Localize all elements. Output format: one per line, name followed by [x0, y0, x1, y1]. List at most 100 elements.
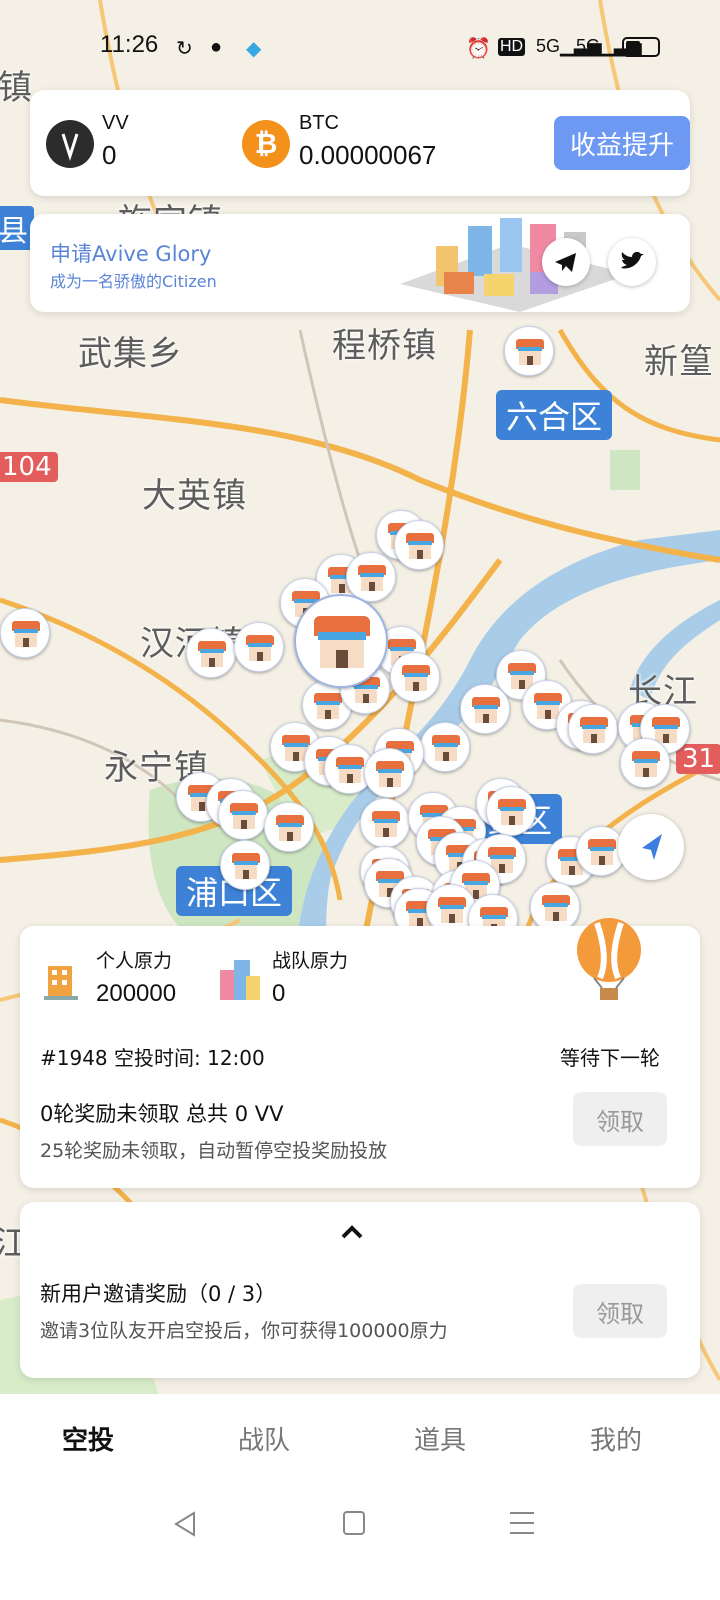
house-icon [276, 815, 304, 841]
team-power-value: 0 [272, 980, 286, 1007]
house-icon [406, 533, 434, 559]
tab-items[interactable]: 道具 [414, 1420, 466, 1457]
map-marker[interactable] [394, 520, 444, 570]
current-location-marker[interactable] [294, 594, 388, 688]
alarm-icon: ⏰ [466, 38, 491, 60]
map-place-label: 大英镇 [142, 476, 247, 516]
unclaimed-rewards-title: 0轮奖励未领取 总共 0 VV [40, 1102, 284, 1126]
house-icon [314, 693, 342, 719]
boost-earnings-button[interactable]: 收益提升 [554, 116, 690, 170]
citizen-banner[interactable]: 申请Avive Glory 成为一名骄傲的Citizen [30, 214, 690, 312]
map-marker[interactable] [0, 608, 50, 658]
invite-reward-title: 新用户邀请奖励（0 / 3） [40, 1282, 277, 1306]
house-icon [516, 339, 544, 365]
house-icon [652, 717, 680, 743]
map-road-number: 31 [676, 744, 720, 774]
map-marker[interactable] [360, 798, 410, 848]
wechat-icon: ● [210, 36, 223, 58]
map-marker[interactable] [460, 684, 510, 734]
house-icon [232, 853, 260, 879]
status-bar: 11:26 ↻ ● ◆ ⏰ HD 5G▁▃▅ 5G▁▃▅ [0, 0, 720, 90]
map-marker[interactable] [218, 790, 268, 840]
house-icon [588, 839, 616, 865]
btc-coin-icon: ₿ [242, 120, 290, 168]
house-icon [542, 895, 570, 921]
personal-power-label: 个人原力 [96, 950, 173, 972]
claim-airdrop-button[interactable]: 领取 [573, 1092, 667, 1146]
wallet-card: VV 0 ₿ BTC 0.00000067 收益提升 [30, 90, 690, 196]
tab-mine[interactable]: 我的 [590, 1420, 642, 1457]
map-marker[interactable] [264, 802, 314, 852]
back-icon[interactable] [172, 1510, 198, 1538]
map-marker[interactable] [420, 722, 470, 772]
airdrop-status: 等待下一轮 [560, 1046, 660, 1070]
house-icon [472, 697, 500, 723]
hot-air-balloon-icon[interactable] [572, 918, 646, 1004]
hd-icon: HD [498, 38, 526, 56]
house-icon [336, 757, 364, 783]
house-icon [12, 621, 40, 647]
map-road-number: 104 [0, 452, 58, 482]
airdrop-round-info: #1948 空投时间: 12:00 [40, 1046, 265, 1070]
house-icon [246, 635, 274, 661]
house-icon [580, 717, 608, 743]
map-marker[interactable] [504, 326, 554, 376]
house-icon [438, 897, 466, 923]
banner-subtitle: 成为一名骄傲的Citizen [50, 272, 217, 291]
house-icon [632, 751, 660, 777]
airdrop-panel: 个人原力 200000 战队原力 0 #1948 空投时间: 12:00 等待下… [20, 918, 700, 1188]
chevron-up-icon[interactable] [340, 1222, 364, 1242]
shield-icon: ◆ [246, 38, 262, 60]
menu-icon[interactable] [508, 1510, 536, 1536]
map-place-label: 新篁 [644, 342, 714, 382]
map-marker[interactable] [390, 652, 440, 702]
twitter-icon [621, 251, 644, 269]
house-icon [372, 811, 400, 837]
house-icon [432, 735, 460, 761]
tab-team[interactable]: 战队 [238, 1420, 290, 1457]
house-icon [198, 641, 226, 667]
map-place-label: 武集乡 [78, 334, 183, 374]
personal-power-value: 200000 [96, 980, 177, 1007]
telegram-icon [555, 253, 576, 272]
map-place-label: 程桥镇 [332, 326, 437, 366]
home-icon[interactable] [342, 1510, 366, 1536]
vv-coin-icon [46, 120, 94, 168]
coin-balance: 0 [102, 140, 117, 170]
twitter-button[interactable] [608, 238, 656, 286]
locate-button[interactable] [618, 814, 684, 880]
house-icon [376, 761, 404, 787]
banner-title: 申请Avive Glory [50, 242, 212, 266]
house-icon [358, 565, 386, 591]
map-marker[interactable] [186, 628, 236, 678]
status-time: 11:26 [100, 31, 159, 58]
map-marker[interactable] [220, 840, 270, 890]
map-marker[interactable] [364, 748, 414, 798]
navigation-arrow-icon [642, 834, 662, 860]
telegram-button[interactable] [542, 238, 590, 286]
battery-icon [622, 37, 660, 57]
map-place-label: 县 [0, 206, 34, 250]
building-icon [44, 966, 78, 1000]
claim-invite-button[interactable]: 领取 [573, 1284, 667, 1338]
bottom-navigation: 空投 战队 道具 我的 [0, 1394, 720, 1600]
house-icon [230, 803, 258, 829]
invite-reward-note: 邀请3位队友开启空投后，你可获得100000原力 [40, 1320, 448, 1342]
coin-name: VV [102, 112, 129, 134]
map-district-label: 六合区 [496, 390, 613, 440]
coin-balance: 0.00000067 [299, 140, 437, 170]
team-buildings-icon [220, 960, 260, 1000]
map-marker[interactable] [234, 622, 284, 672]
team-power-label: 战队原力 [272, 950, 349, 972]
tab-airdrop[interactable]: 空投 [62, 1420, 114, 1457]
city-illustration [400, 218, 630, 312]
house-icon [498, 799, 526, 825]
map-marker[interactable] [620, 738, 670, 788]
house-icon [314, 616, 370, 668]
sync-icon: ↻ [176, 38, 193, 60]
map-marker[interactable] [346, 552, 396, 602]
house-icon [402, 665, 430, 691]
map-marker[interactable] [486, 786, 536, 836]
invite-panel: 新用户邀请奖励（0 / 3） 邀请3位队友开启空投后，你可获得100000原力 … [20, 1202, 700, 1378]
map-marker[interactable] [568, 704, 618, 754]
